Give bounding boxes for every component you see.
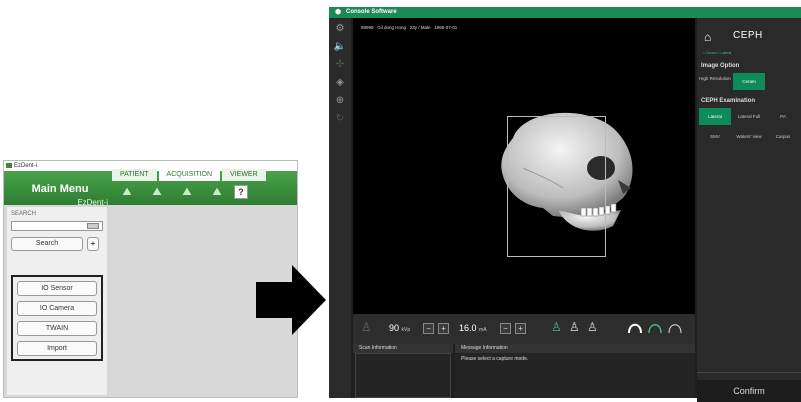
exam-smv-button[interactable]: SMV <box>699 128 731 145</box>
main-menu-button[interactable]: Main Menu EzDent-i <box>10 183 110 209</box>
io-sensor-button[interactable]: IO Sensor <box>17 281 97 296</box>
ceph-panel: ⌂ CEPH < Ceram > Lateral Image Option Hi… <box>697 18 801 402</box>
device-list: IO Sensor IO Camera TWAIN Import <box>11 275 103 361</box>
divider <box>697 372 801 373</box>
patient-info: 99999 Gil dong Hong 23y / Male 1985-07-0… <box>361 25 458 30</box>
capture-region-frame[interactable] <box>507 116 606 257</box>
io-camera-button[interactable]: IO Camera <box>17 301 97 316</box>
speaker-icon[interactable]: 🔈 <box>333 40 347 54</box>
keyboard-icon[interactable] <box>87 223 99 229</box>
ct-icon[interactable]: ⛰ <box>179 185 195 199</box>
console-titlebar: ⬢ Console Software <box>329 7 801 18</box>
ma-readout: 16.0 mA <box>459 323 487 333</box>
arch-narrow-icon[interactable] <box>627 319 643 335</box>
ceph-exam-label: CEPH Examination <box>701 98 756 104</box>
console-window-title: Console Software <box>346 9 397 15</box>
ezdent-left-panel: SEARCH Search + IO Sensor IO Camera TWAI… <box>7 207 107 395</box>
console-sidebar: ⚙ 🔈 ✣ ◈ ⊕ ↻ <box>329 18 351 398</box>
app-icon <box>6 163 12 168</box>
search-label: SEARCH <box>11 211 37 217</box>
tab-acquisition[interactable]: ACQUISITION <box>158 169 221 181</box>
exam-carpus-button[interactable]: Carpus <box>767 128 799 145</box>
message-text: Please select a capture mode. <box>455 353 695 398</box>
console-app-icon: ⬢ <box>335 9 342 16</box>
tab-patient[interactable]: PATIENT <box>112 169 157 181</box>
ceram-button[interactable]: Ceram <box>733 73 765 90</box>
laser-icon[interactable]: ✣ <box>333 58 347 72</box>
add-patient-button[interactable]: + <box>87 237 99 251</box>
import-button[interactable]: Import <box>17 341 97 356</box>
panel-title: CEPH <box>733 30 763 41</box>
ma-increase-button[interactable]: + <box>515 323 526 334</box>
kvp-unit: kVp <box>401 327 411 333</box>
exam-pa-button[interactable]: PA <box>767 108 799 125</box>
ezdent-tabs: PATIENT ACQUISITION VIEWER <box>112 169 268 181</box>
ma-decrease-button[interactable]: − <box>500 323 511 334</box>
ezdent-window-title: EzDent-i <box>14 163 38 169</box>
help-button[interactable]: ? <box>234 185 248 199</box>
console-window: ⬢ Console Software ⚙ 🔈 ✣ ◈ ⊕ ↻ 99999 Gil… <box>329 7 801 402</box>
ma-unit: mA <box>479 327 487 333</box>
small-figure-icon[interactable]: ♙ <box>587 319 598 335</box>
panorama-icon[interactable]: ⛰ <box>119 185 135 199</box>
twain-button[interactable]: TWAIN <box>17 321 97 336</box>
exam-waters-view-button[interactable]: Waters' view <box>733 128 765 145</box>
exam-lateral-button[interactable]: Lateral <box>699 108 731 125</box>
kvp-readout: 90 kVp <box>389 323 410 333</box>
ezdent-window: EzDent-i PATIENT ACQUISITION VIEWER Main… <box>3 160 298 398</box>
kvp-decrease-button[interactable]: − <box>423 323 434 334</box>
child-figure-icon[interactable]: ♙ <box>569 319 580 335</box>
image-option-label: Image Option <box>701 63 740 69</box>
search-button[interactable]: Search <box>11 237 83 251</box>
kvp-value: 90 <box>389 323 400 333</box>
ceph-panel-header: ⌂ CEPH <box>697 26 801 51</box>
exposure-controls: ♙ 90 kVp − + 16.0 mA − + ♙ ♙ ♙ <box>353 314 695 344</box>
scan-icon[interactable]: ⛰ <box>209 185 225 199</box>
arch-wide-icon[interactable] <box>667 319 683 335</box>
refresh-icon[interactable]: ↻ <box>333 112 347 126</box>
ma-value: 16.0 <box>459 323 477 333</box>
main-menu-label: Main Menu <box>31 183 89 195</box>
scan-info-header: Scan Information <box>353 344 453 353</box>
layers-icon[interactable]: ◈ <box>333 76 347 90</box>
breadcrumb[interactable]: < Ceram > Lateral <box>703 51 731 55</box>
ceph-icon[interactable]: ⛰ <box>149 185 165 199</box>
ezdent-header: PATIENT ACQUISITION VIEWER Main Menu EzD… <box>4 169 297 207</box>
message-info-header: Message Information <box>455 344 695 353</box>
high-resolution-button[interactable]: High Resolution <box>699 73 731 90</box>
arch-normal-icon[interactable] <box>647 319 663 335</box>
transition-arrow-icon <box>256 265 326 335</box>
confirm-button[interactable]: Confirm <box>697 380 801 402</box>
acquisition-toolbar: ⛰ ⛰ ⛰ ⛰ <box>119 185 225 203</box>
home-icon[interactable]: ⌂ <box>704 30 718 44</box>
scan-info-panel <box>355 353 451 398</box>
tab-viewer[interactable]: VIEWER <box>222 169 266 181</box>
patient-position-icon[interactable]: ♙ <box>361 319 372 335</box>
rotate-icon[interactable]: ⊕ <box>333 94 347 108</box>
preview-viewport: 99999 Gil dong Hong 23y / Male 1985-07-0… <box>353 18 695 314</box>
adult-figure-icon[interactable]: ♙ <box>551 319 562 335</box>
exam-lateral-full-button[interactable]: Lateral Full <box>733 108 765 125</box>
settings-icon[interactable]: ⚙ <box>333 22 347 36</box>
kvp-increase-button[interactable]: + <box>438 323 449 334</box>
